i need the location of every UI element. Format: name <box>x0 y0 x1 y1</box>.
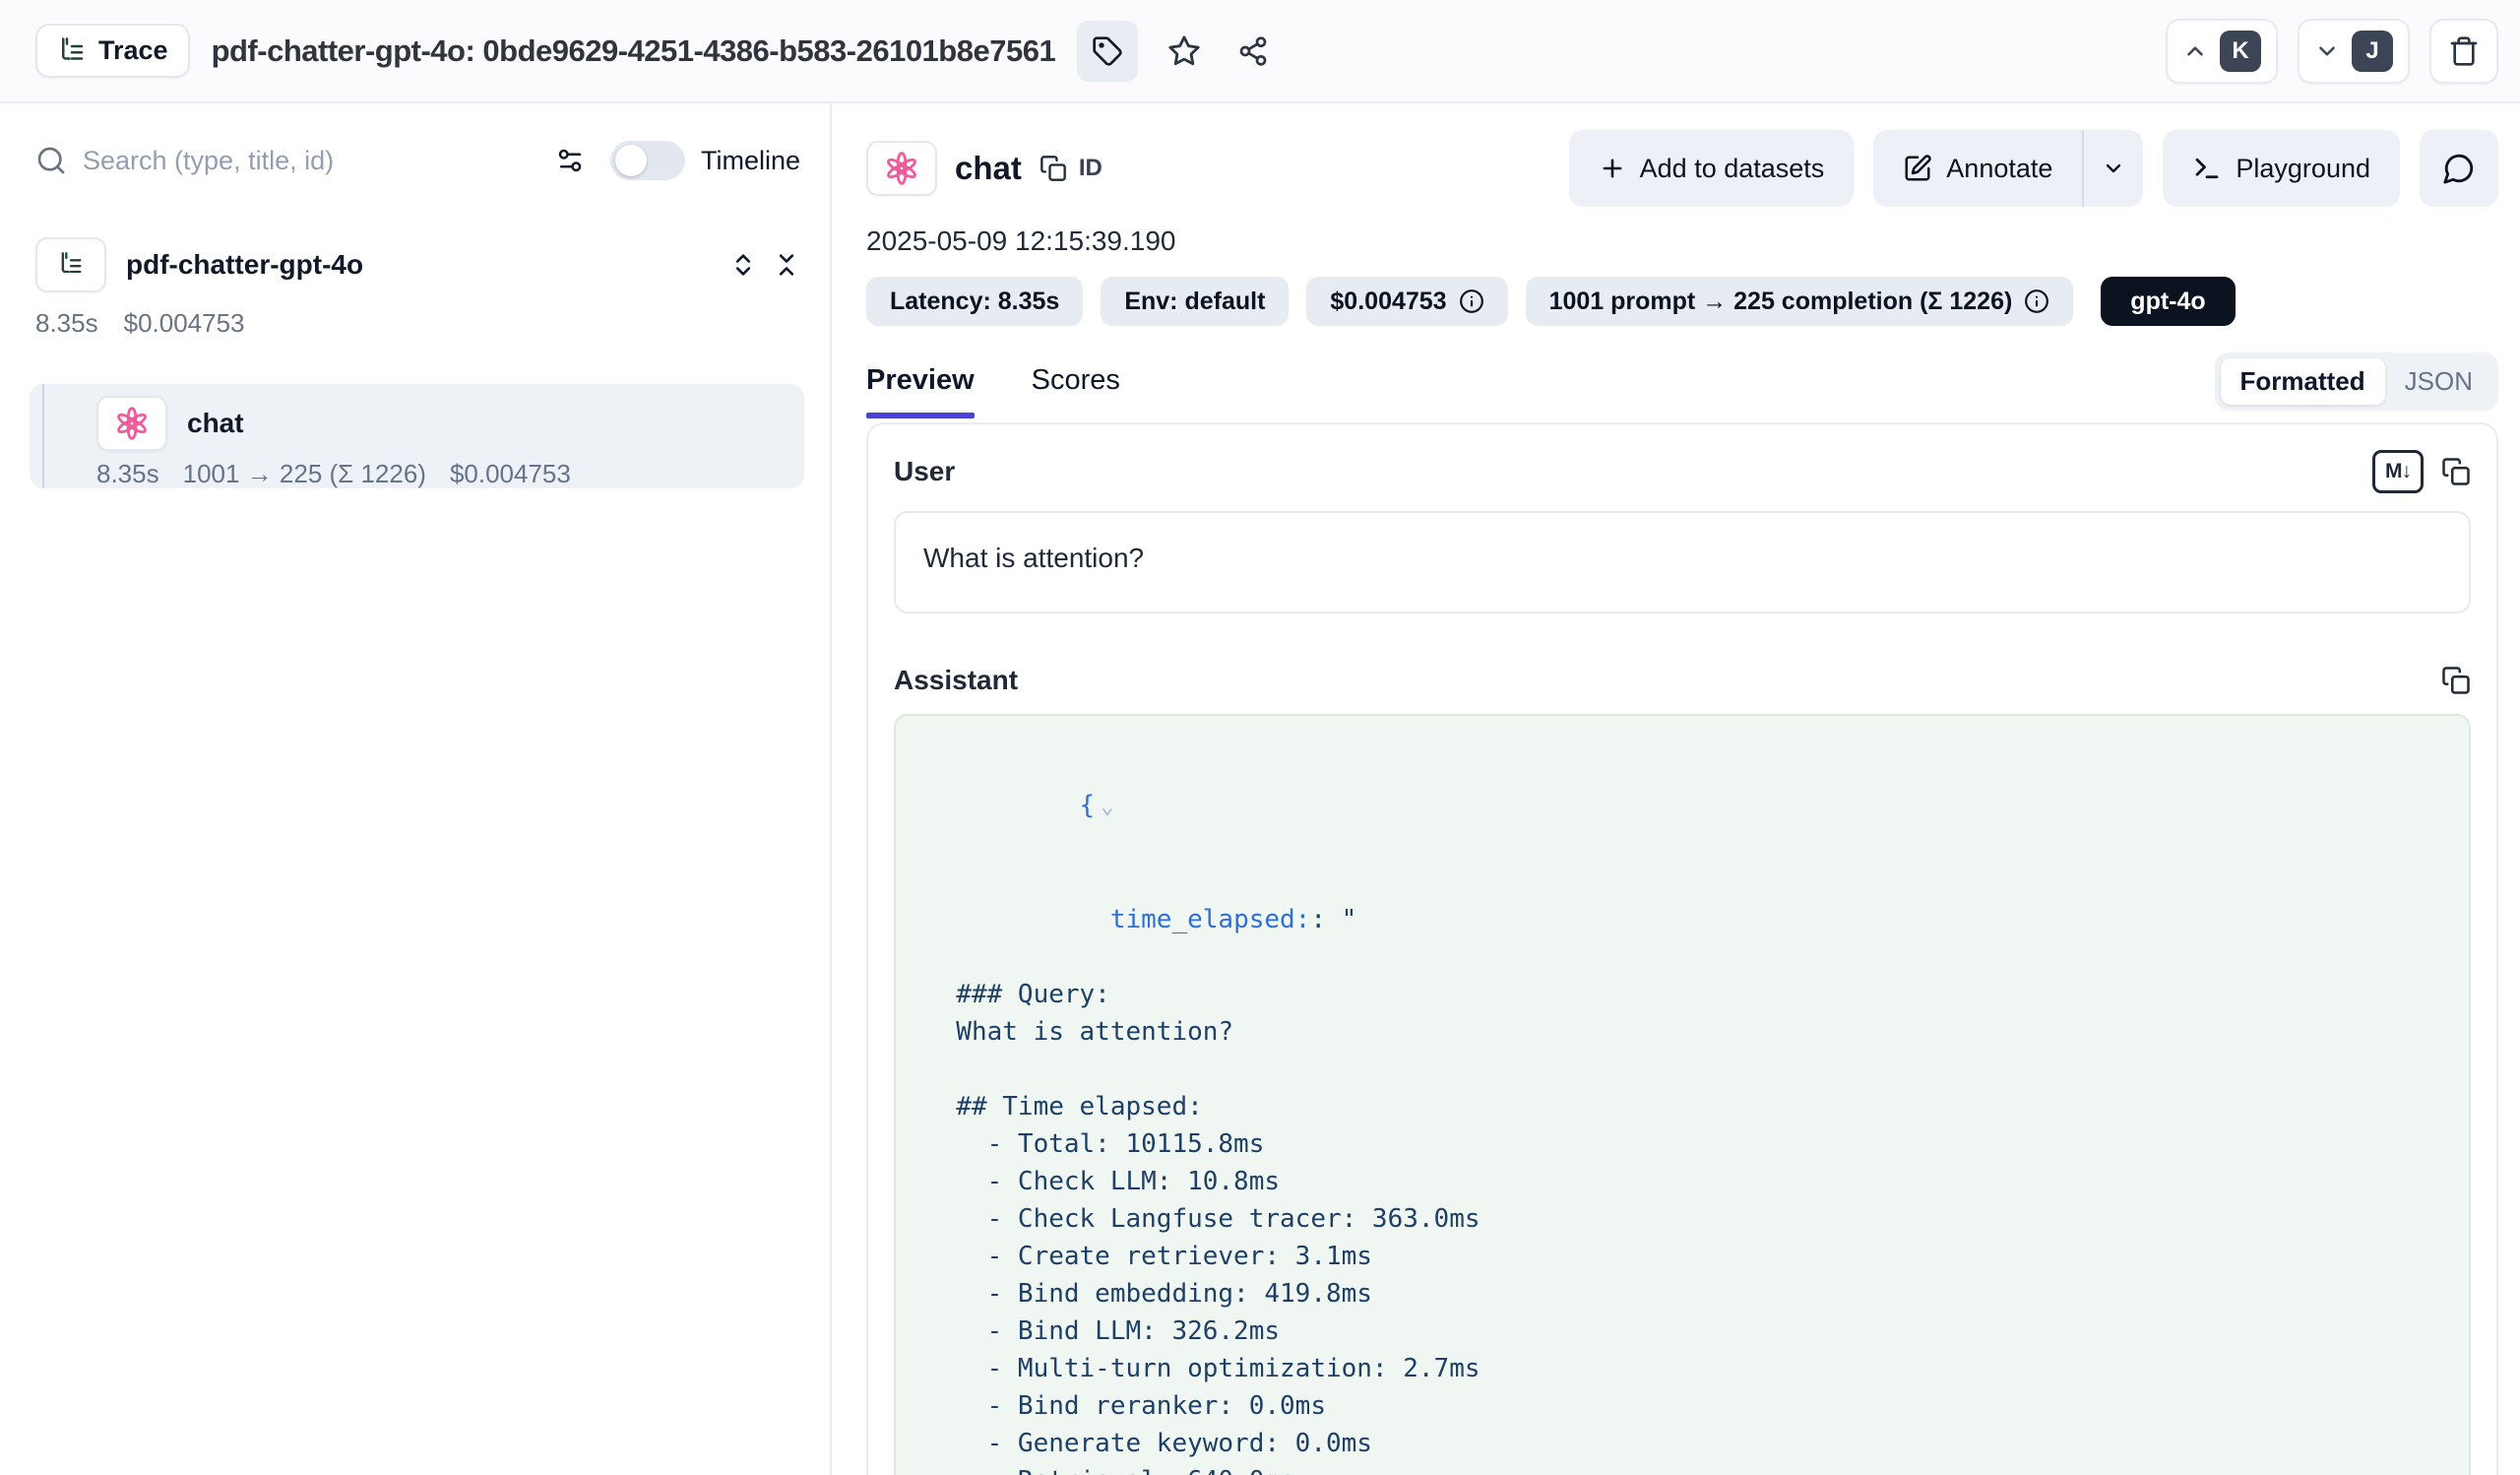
markdown-toggle-icon[interactable]: M↓ <box>2372 450 2424 493</box>
plus-icon <box>1599 155 1626 182</box>
prev-trace-button[interactable]: K <box>2166 19 2278 84</box>
trace-type-badge: Trace <box>35 24 190 78</box>
shortcut-key-k: K <box>2220 31 2261 72</box>
tag-icon <box>1092 35 1123 67</box>
terminal-icon <box>2192 154 2222 183</box>
trash-icon <box>2448 35 2480 67</box>
observation-name: chat <box>187 408 244 439</box>
user-section-title: User <box>894 456 955 487</box>
observation-tokens: 1001 → 225 (Σ 1226) <box>183 459 426 489</box>
annotate-dropdown-button[interactable] <box>2082 130 2143 207</box>
search-icon <box>35 145 67 176</box>
copy-id-button[interactable] <box>1040 155 1067 182</box>
user-message: What is attention? <box>894 511 2471 613</box>
model-badge: gpt-4o <box>2101 277 2235 326</box>
trace-tree-sidebar: Timeline pdf-chatter-gpt-4o 8.35s <box>0 103 832 1475</box>
latency-badge: Latency: 8.35s <box>866 277 1083 326</box>
timeline-toggle[interactable] <box>610 141 685 180</box>
next-trace-button[interactable]: J <box>2298 19 2410 84</box>
trace-badge-label: Trace <box>98 35 168 66</box>
trace-tree-root[interactable]: pdf-chatter-gpt-4o <box>0 237 830 292</box>
format-toggle: Formatted JSON <box>2215 353 2498 411</box>
app-header: Trace pdf-chatter-gpt-4o: 0bde9629-4251-… <box>0 0 2520 103</box>
tab-scores[interactable]: Scores <box>1032 364 1120 418</box>
observation-timestamp: 2025-05-09 12:15:39.190 <box>866 225 2498 257</box>
add-to-datasets-button[interactable]: Add to datasets <box>1569 130 1855 207</box>
assistant-json-viewer: {⌄ time_elapsed:: " ### Query:What is at… <box>894 714 2471 1475</box>
share-icon <box>1237 35 1269 67</box>
annotate-button[interactable]: Annotate <box>1873 130 2082 207</box>
playground-button[interactable]: Playground <box>2163 130 2400 207</box>
annotate-pen-icon <box>1903 154 1932 183</box>
chevron-down-icon <box>2102 157 2125 180</box>
observation-item-chat[interactable]: chat 8.35s 1001 → 225 (Σ 1226) $0.004753 <box>30 384 804 488</box>
chat-bubble-icon <box>2442 152 2476 185</box>
page-title: pdf-chatter-gpt-4o: 0bde9629-4251-4386-b… <box>212 33 1056 69</box>
observation-cost: $0.004753 <box>450 459 571 489</box>
observation-title: chat <box>955 150 1022 187</box>
trace-latency: 8.35s <box>35 308 98 339</box>
copy-user-button[interactable] <box>2441 457 2471 486</box>
assistant-section-title: Assistant <box>894 665 1018 696</box>
info-icon[interactable] <box>2024 289 2049 314</box>
trace-node-badge <box>35 237 106 292</box>
tree-indent-guide <box>42 384 44 488</box>
timeline-toggle-label: Timeline <box>701 146 800 176</box>
copy-icon <box>1040 155 1067 182</box>
cost-badge: $0.004753 <box>1306 277 1507 326</box>
openai-generation-icon <box>96 396 167 451</box>
token-usage-badge: 1001 prompt → 225 completion (Σ 1226) <box>1526 277 2074 326</box>
chevron-down-icon <box>2314 38 2340 64</box>
bookmark-star-button[interactable] <box>1154 21 1215 82</box>
shortcut-key-j: J <box>2352 31 2393 72</box>
preview-content-card: User M↓ What is attention? Assistant <box>866 422 2498 1475</box>
json-key: time_elapsed: <box>1110 905 1311 934</box>
info-icon[interactable] <box>1459 289 1484 314</box>
tag-button[interactable] <box>1077 21 1138 82</box>
environment-badge: Env: default <box>1101 277 1289 326</box>
share-button[interactable] <box>1223 21 1284 82</box>
trace-tree-icon <box>57 36 87 66</box>
json-open-brace: { <box>1080 791 1096 820</box>
observation-detail-panel: chat ID Add to datasets <box>832 103 2520 1475</box>
format-option-formatted[interactable]: Formatted <box>2221 358 2385 405</box>
assistant-text-content: ### Query:What is attention?## Time elap… <box>925 976 2439 1475</box>
collapse-json-icon[interactable]: ⌄ <box>1101 795 1113 819</box>
id-label: ID <box>1079 155 1102 182</box>
star-icon <box>1167 34 1201 68</box>
trace-cost: $0.004753 <box>124 308 245 339</box>
search-input[interactable] <box>83 146 539 176</box>
trace-name: pdf-chatter-gpt-4o <box>126 249 363 281</box>
copy-icon <box>2441 666 2471 695</box>
expand-all-button[interactable] <box>729 251 757 279</box>
copy-assistant-button[interactable] <box>2441 666 2471 695</box>
format-option-json[interactable]: JSON <box>2385 358 2492 405</box>
delete-trace-button[interactable] <box>2429 19 2498 84</box>
observation-latency: 8.35s <box>96 459 159 489</box>
copy-icon <box>2441 457 2471 486</box>
tab-preview[interactable]: Preview <box>866 364 975 418</box>
openai-generation-icon <box>866 141 937 196</box>
view-settings-icon[interactable] <box>555 146 585 175</box>
comments-button[interactable] <box>2420 130 2498 207</box>
chevron-up-icon <box>2182 38 2208 64</box>
collapse-all-button[interactable] <box>773 251 800 279</box>
